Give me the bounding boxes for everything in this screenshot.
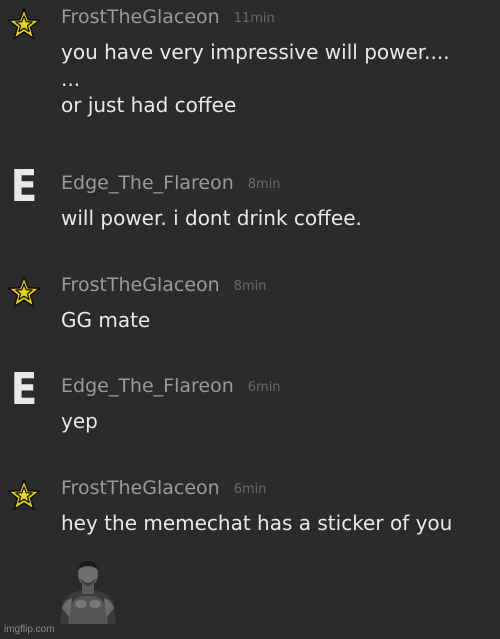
timestamp: 8min (233, 279, 267, 294)
message-text: yep (61, 409, 98, 433)
timestamp: 8min (247, 177, 281, 192)
username[interactable]: Edge_The_Flareon (61, 375, 234, 397)
message-header: Edge_The_Flareon 8min (61, 172, 281, 196)
avatar[interactable] (6, 477, 42, 513)
avatar[interactable] (6, 274, 42, 310)
message-header: FrostTheGlaceon 8min (61, 274, 267, 298)
avatar[interactable]: E (6, 364, 42, 415)
chat-message: FrostTheGlaceon 8min GG mate (0, 272, 500, 342)
chat-message: E Edge_The_Flareon 8min will power. i don… (0, 161, 500, 240)
message-header: Edge_The_Flareon 6min (61, 375, 281, 399)
message-text: hey the memechat has a sticker of you (61, 511, 453, 535)
star-icon (7, 276, 41, 308)
avatar[interactable]: E (6, 161, 42, 212)
username[interactable]: Edge_The_Flareon (61, 172, 234, 194)
star-icon (7, 8, 41, 40)
chat-log: FrostTheGlaceon 11min you have very impre… (0, 0, 500, 639)
username[interactable]: FrostTheGlaceon (61, 6, 220, 28)
message-header: FrostTheGlaceon 11min (61, 6, 275, 30)
chat-message: FrostTheGlaceon 11min you have very impre… (0, 4, 500, 134)
username[interactable]: FrostTheGlaceon (61, 274, 220, 296)
chat-message: FrostTheGlaceon 6min hey the memechat has… (0, 475, 500, 555)
avatar-letter-e: E (10, 161, 38, 212)
message-header: FrostTheGlaceon 6min (61, 477, 267, 501)
timestamp: 6min (233, 482, 267, 497)
timestamp: 6min (247, 380, 281, 395)
sticker-image-icon (56, 558, 120, 624)
imgflip-watermark: imgflip.com (4, 624, 55, 635)
meme-sticker-image[interactable] (56, 558, 120, 624)
avatar-letter-e: E (10, 364, 38, 415)
message-text: you have very impressive will power.... … (61, 40, 450, 117)
message-text: will power. i dont drink coffee. (61, 206, 362, 230)
username[interactable]: FrostTheGlaceon (61, 477, 220, 499)
chat-message: E Edge_The_Flareon 6min yep (0, 364, 500, 443)
star-icon (7, 479, 41, 511)
timestamp: 11min (233, 11, 275, 26)
message-text: GG mate (61, 308, 151, 332)
avatar[interactable] (6, 6, 42, 42)
